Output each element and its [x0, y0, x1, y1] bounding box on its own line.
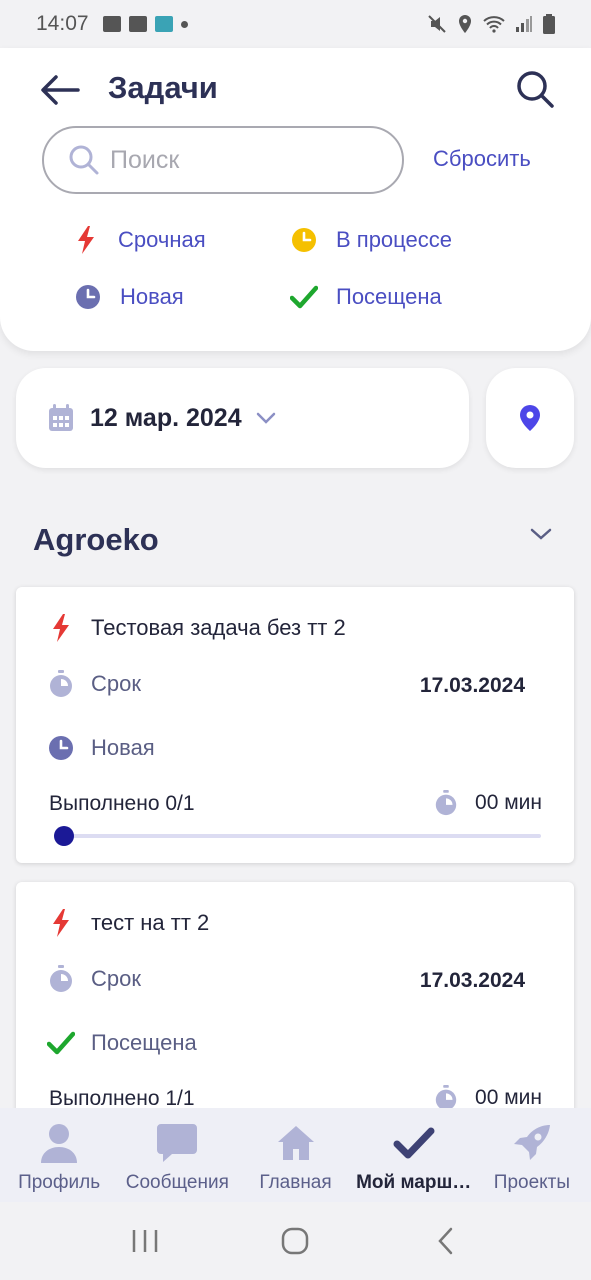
page-title: Задачи	[108, 70, 218, 105]
legend-in-progress[interactable]: В процессе	[290, 226, 452, 254]
search-input[interactable]	[110, 145, 350, 175]
back-arrow-icon[interactable]	[38, 70, 82, 110]
status-notification-icons	[102, 16, 188, 32]
task-minutes: 00 мин	[475, 791, 542, 814]
task-card[interactable]: Тестовая задача без тт 2 Срок 17.03.2024…	[16, 587, 574, 863]
calendar-icon	[49, 404, 73, 431]
home-icon	[277, 1126, 314, 1160]
status-time: 14:07	[36, 12, 89, 35]
legend-urgent[interactable]: Срочная	[72, 226, 206, 254]
lightning-icon	[78, 226, 94, 254]
chevron-down-icon	[256, 412, 275, 424]
location-pin-icon	[520, 405, 540, 431]
date-label: 12 мар. 2024	[90, 403, 242, 432]
nav-home[interactable]: Главная	[236, 1108, 354, 1202]
clock-icon	[49, 736, 73, 760]
task-name: Тестовая задача без тт 2	[91, 615, 346, 640]
task-title-row: Тестовая задача без тт 2	[47, 614, 346, 642]
clock-icon	[76, 285, 100, 309]
nav-projects[interactable]: Проекты	[473, 1108, 591, 1202]
legend-visited-label: Посещена	[336, 284, 442, 309]
task-title-row: тест на тт 2	[47, 909, 209, 937]
user-icon	[41, 1124, 78, 1163]
search-icon[interactable]	[514, 68, 556, 110]
recent-apps-icon	[132, 1230, 158, 1252]
task-status-row: Новая	[47, 734, 155, 762]
search-field-icon	[69, 145, 99, 175]
task-done-count: Выполнено 0/1	[49, 792, 195, 815]
nav-messages[interactable]: Сообщения	[118, 1108, 236, 1202]
task-deadline-label: Срок	[91, 671, 141, 696]
progress-knob	[54, 826, 74, 846]
gallery-icon	[102, 16, 121, 32]
back-chevron-icon	[438, 1227, 453, 1255]
location-icon	[459, 15, 471, 33]
task-deadline-label: Срок	[91, 966, 141, 991]
signal-icon	[516, 16, 532, 32]
task-deadline-row: Срок	[47, 670, 141, 698]
legend-in-progress-label: В процессе	[336, 227, 452, 252]
more-dot-icon	[180, 20, 188, 28]
search-field[interactable]	[42, 126, 404, 194]
nav-home-label: Главная	[259, 1172, 332, 1193]
stopwatch-icon	[50, 965, 72, 992]
date-picker[interactable]: 12 мар. 2024	[16, 368, 469, 468]
app-icon	[154, 16, 173, 32]
legend-new-label: Новая	[120, 284, 184, 309]
task-minutes: 00 мин	[475, 1086, 542, 1109]
nav-messages-label: Сообщения	[125, 1172, 229, 1193]
task-progress-bar	[54, 826, 541, 846]
nav-projects-label: Проекты	[493, 1172, 571, 1193]
lightning-icon	[53, 614, 69, 642]
status-system-icons	[427, 14, 555, 34]
system-nav-bar	[0, 1202, 591, 1280]
task-name: тест на тт 2	[91, 910, 210, 935]
nav-profile[interactable]: Профиль	[0, 1108, 118, 1202]
task-deadline-date: 17.03.2024	[419, 674, 525, 697]
back-button[interactable]	[426, 1221, 466, 1261]
legend-new[interactable]: Новая	[74, 283, 184, 311]
nav-my-route[interactable]: Мой марш…	[355, 1108, 473, 1202]
status-bar: 14:07	[0, 0, 591, 48]
checkmark-icon	[47, 1031, 75, 1055]
legend-urgent-label: Срочная	[118, 227, 206, 252]
chat-icon	[157, 1124, 198, 1162]
bottom-nav: Профиль Сообщения Главная Мой марш… Прое…	[0, 1108, 591, 1202]
task-deadline-row: Срок	[47, 965, 141, 993]
lightning-icon	[53, 909, 69, 937]
check-icon	[393, 1127, 435, 1159]
group-chevron-icon[interactable]	[528, 522, 554, 544]
mute-icon	[428, 15, 446, 33]
stopwatch-icon	[50, 670, 72, 697]
video-icon	[128, 16, 147, 32]
map-button[interactable]	[486, 368, 574, 468]
reset-button[interactable]: Сбросить	[433, 146, 531, 172]
nav-my-route-label: Мой марш…	[356, 1172, 472, 1193]
task-deadline-date: 17.03.2024	[419, 969, 525, 992]
wifi-icon	[483, 16, 505, 33]
home-button[interactable]	[275, 1221, 315, 1261]
task-status-row: Посещена	[47, 1029, 197, 1057]
task-status: Новая	[91, 735, 155, 760]
group-title: Agroeko	[33, 522, 159, 557]
rocket-icon	[513, 1125, 550, 1160]
checkmark-icon	[290, 285, 318, 309]
task-status: Посещена	[91, 1030, 197, 1055]
legend-visited[interactable]: Посещена	[290, 283, 442, 311]
recent-apps-button[interactable]	[125, 1221, 165, 1261]
task-duration: 00 мин	[433, 790, 542, 816]
stopwatch-icon	[435, 790, 457, 816]
clock-yellow-icon	[292, 228, 316, 252]
task-card[interactable]: тест на тт 2 Срок 17.03.2024 Посещена Вы…	[16, 882, 574, 1142]
nav-profile-label: Профиль	[18, 1172, 101, 1193]
home-circle-icon	[282, 1227, 309, 1255]
battery-icon	[543, 14, 555, 34]
